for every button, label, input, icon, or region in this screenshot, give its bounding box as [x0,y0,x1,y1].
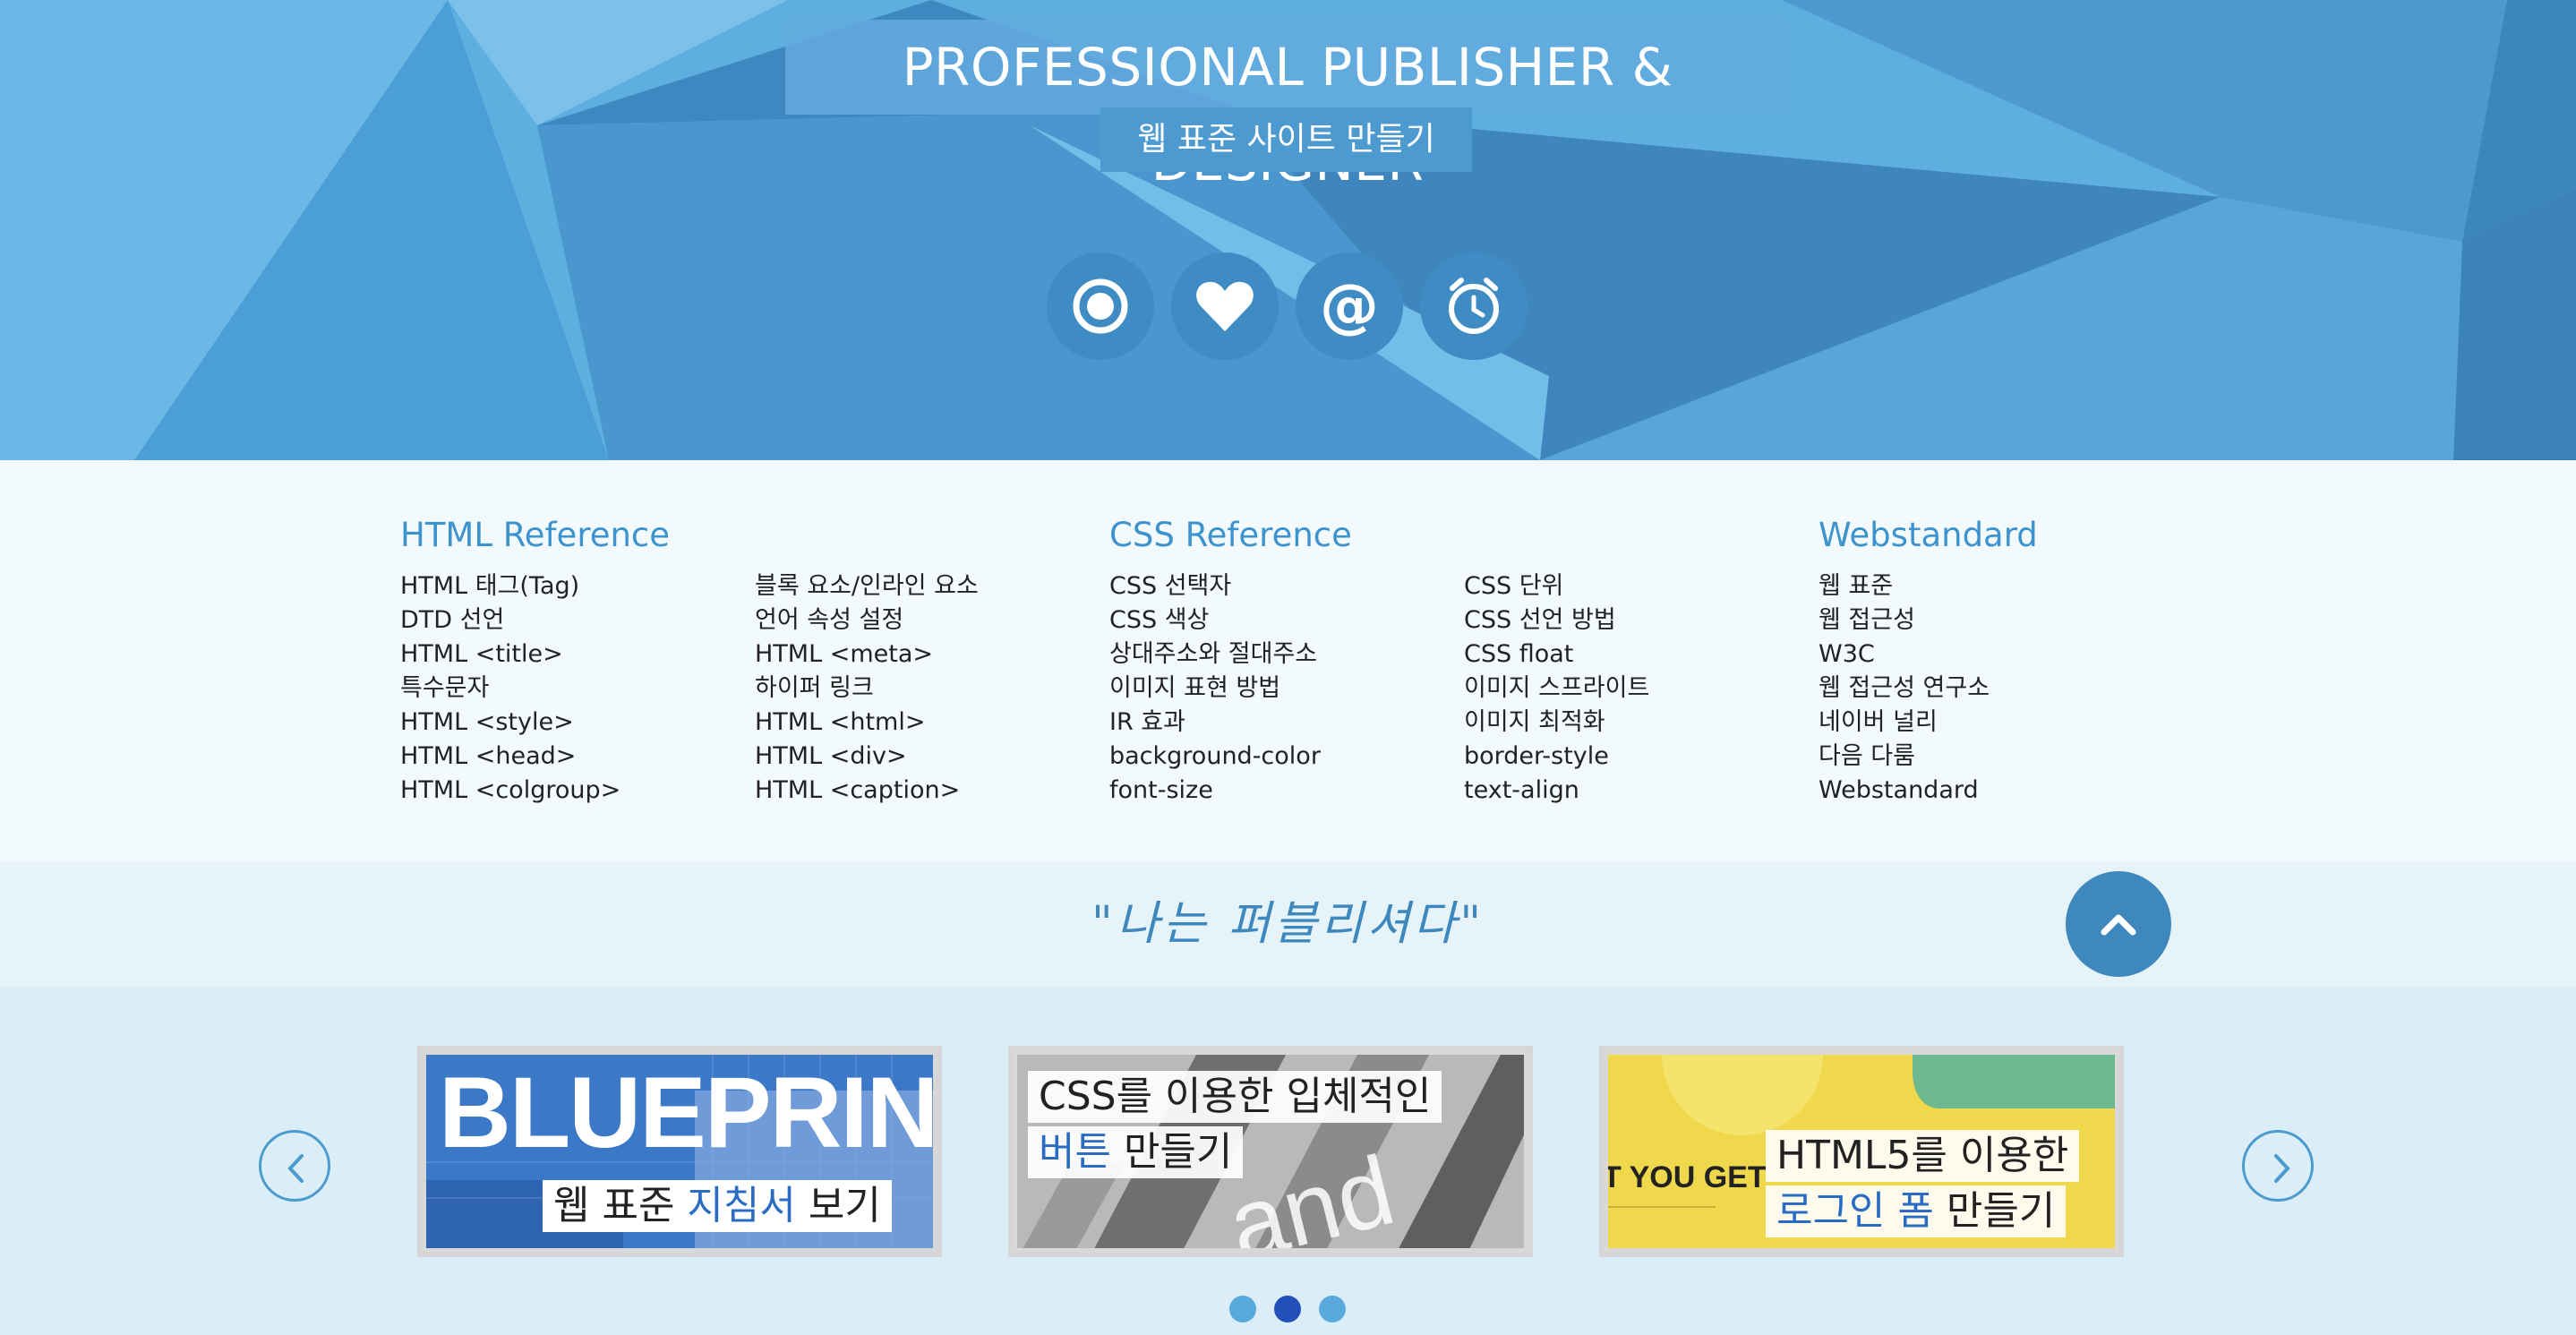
slide-caption-line1: HTML5를 이용한 [1766,1130,2080,1182]
slide-caption-line2: 로그인 폼 만들기 [1766,1185,2067,1237]
ref-link[interactable]: CSS 선언 방법 [1464,603,1649,638]
webstandard-list: 웹 표준 웹 접근성 W3C 웹 접근성 연구소 네이버 널리 다음 다룸 We… [1819,569,1990,808]
ref-link[interactable]: CSS 단위 [1464,569,1649,603]
ref-link[interactable]: border-style [1464,740,1649,774]
ref-link[interactable]: 이미지 스프라이트 [1464,672,1649,706]
css-reference-list-1: CSS 선택자 CSS 색상 상대주소와 절대주소 이미지 표현 방법 IR 효… [1109,569,1321,808]
ref-link[interactable]: 웹 접근성 [1819,603,1990,638]
ref-link[interactable]: HTML <title> [400,638,620,672]
hero-banner: PROFESSIONAL PUBLISHER & DESIGNER 웹 표준 사… [0,0,2576,460]
html-reference-list-2: 블록 요소/인라인 요소 언어 속성 설정 HTML <meta> 하이퍼 링크… [755,569,979,808]
slider-dot-active[interactable] [1274,1296,1301,1322]
at-icon[interactable]: @ [1296,252,1403,360]
slide-card-css-button[interactable]: and inte CSS를 이용한 입체적인 버튼 만들기 [1008,1046,1533,1257]
caption-text: 보기 [795,1183,881,1228]
slider-dot[interactable] [1319,1296,1346,1322]
ref-link[interactable]: IR 효과 [1109,706,1321,740]
ref-link[interactable]: 특수문자 [400,672,620,706]
slide-thumbnail: T YOU GET HTML5를 이용한 로그인 폼 만들기 [1608,1055,2115,1248]
slider-dot[interactable] [1229,1296,1256,1322]
caption-text: 만들기 [1933,1188,2056,1234]
slide-caption-line1: CSS를 이용한 입체적인 [1028,1071,1442,1123]
ref-link[interactable]: 하이퍼 링크 [755,672,979,706]
tagline-quote: "나는 퍼블리셔다" [1091,897,1485,951]
caption-highlight: 지침서 [687,1183,796,1228]
background-word: T YOU GET [1608,1160,1767,1194]
scroll-top-button[interactable] [2066,871,2171,977]
heart-icon[interactable] [1171,252,1279,360]
chevron-left-icon [287,1154,304,1183]
ref-link[interactable]: CSS 선택자 [1109,569,1321,603]
slider-pagination [0,1296,2576,1322]
ref-link[interactable]: 블록 요소/인라인 요소 [755,569,979,603]
ref-link[interactable]: HTML <div> [755,740,979,774]
slide-caption-line2: 버튼 만들기 [1028,1126,1244,1178]
alarm-icon[interactable] [1420,252,1528,360]
ref-link[interactable]: CSS 색상 [1109,603,1321,638]
caption-text: 웹 표준 [553,1183,688,1228]
prev-slide-button[interactable] [259,1130,330,1202]
ref-link[interactable]: 웹 표준 [1819,569,1990,603]
ref-link[interactable]: 다음 다룸 [1819,740,1990,774]
banner-slider: BLUEPRINTS 웹 표준 지침서 보기 and inte CSS를 이용한… [0,987,2576,1335]
ref-link[interactable]: HTML <head> [400,740,620,774]
ref-link[interactable]: CSS float [1464,638,1649,672]
slide-thumbnail: BLUEPRINTS 웹 표준 지침서 보기 [426,1055,933,1248]
css-reference-title[interactable]: CSS Reference [1109,516,1352,554]
next-slide-button[interactable] [2242,1130,2314,1202]
slide-caption: 웹 표준 지침서 보기 [543,1180,892,1232]
ref-link[interactable]: 이미지 최적화 [1464,706,1649,740]
slide-card-blueprints[interactable]: BLUEPRINTS 웹 표준 지침서 보기 [417,1046,942,1257]
hero-subtitle: 웹 표준 사이트 만들기 [1100,107,1472,172]
chevron-up-icon [2101,914,2136,936]
ref-link[interactable]: 이미지 표현 방법 [1109,672,1321,706]
ref-link[interactable]: background-color [1109,740,1321,774]
reference-section: HTML Reference HTML 태그(Tag) DTD 선언 HTML … [0,460,2576,861]
ref-link[interactable]: font-size [1109,774,1321,808]
ref-link[interactable]: HTML <colgroup> [400,774,620,808]
ref-link[interactable]: Webstandard [1819,774,1990,808]
ref-link[interactable]: 상대주소와 절대주소 [1109,638,1321,672]
quote-band: "나는 퍼블리셔다" [0,861,2576,987]
slide-card-login-form[interactable]: T YOU GET HTML5를 이용한 로그인 폼 만들기 [1599,1046,2124,1257]
caption-highlight: 버튼 [1039,1129,1111,1175]
ref-link[interactable]: text-align [1464,774,1649,808]
html-reference-title[interactable]: HTML Reference [400,516,670,554]
css-reference-list-2: CSS 단위 CSS 선언 방법 CSS float 이미지 스프라이트 이미지… [1464,569,1649,808]
ref-link[interactable]: 네이버 널리 [1819,706,1990,740]
ref-link[interactable]: HTML <caption> [755,774,979,808]
ref-link[interactable]: DTD 선언 [400,603,620,638]
chevron-right-icon [2274,1154,2290,1183]
html-reference-list-1: HTML 태그(Tag) DTD 선언 HTML <title> 특수문자 HT… [400,569,620,808]
caption-text: 만들기 [1110,1129,1233,1175]
ref-link[interactable]: HTML <style> [400,706,620,740]
webstandard-title[interactable]: Webstandard [1819,516,2038,554]
ref-link[interactable]: HTML 태그(Tag) [400,569,620,603]
hero-title: PROFESSIONAL PUBLISHER & DESIGNER [785,20,1790,193]
ref-link[interactable]: 언어 속성 설정 [755,603,979,638]
ref-link[interactable]: HTML <meta> [755,638,979,672]
svg-text:@: @ [1320,271,1379,340]
slide-thumbnail: and inte CSS를 이용한 입체적인 버튼 만들기 [1017,1055,1524,1248]
caption-highlight: 로그인 폼 [1776,1188,1934,1234]
ref-link[interactable]: HTML <html> [755,706,979,740]
radio-icon[interactable] [1047,252,1154,360]
ref-link[interactable]: 웹 접근성 연구소 [1819,672,1990,706]
ref-link[interactable]: W3C [1819,638,1990,672]
blueprints-word: BLUEPRINTS [439,1057,933,1168]
